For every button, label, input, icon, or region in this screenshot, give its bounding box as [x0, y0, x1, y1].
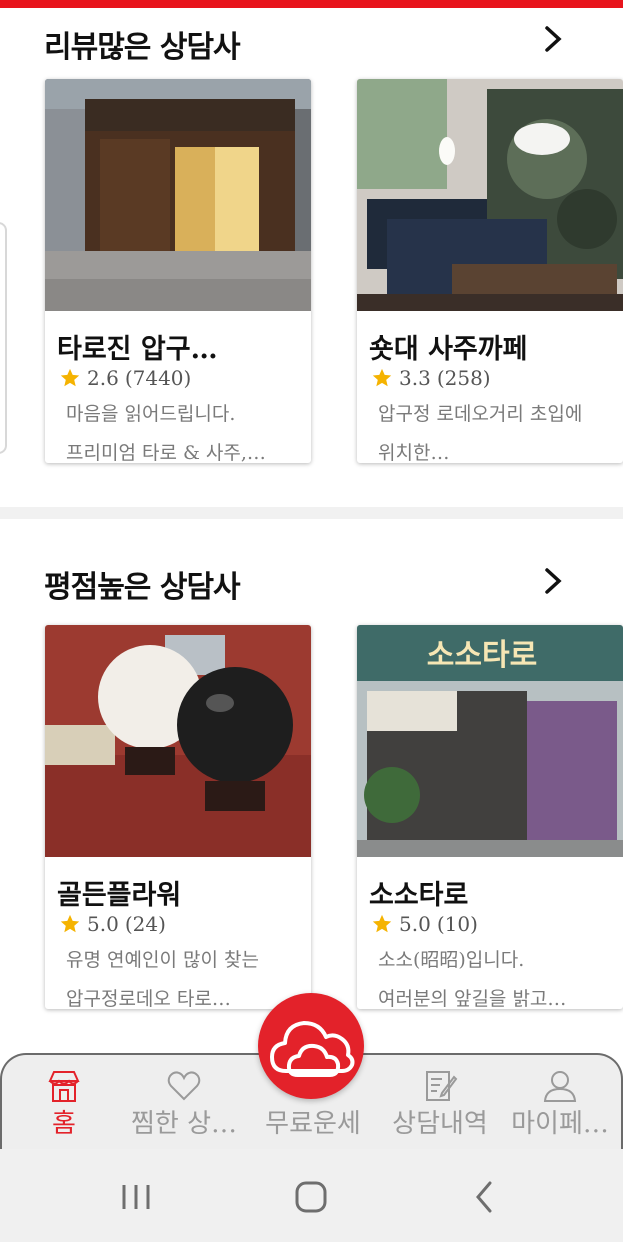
notepad-icon: [426, 1071, 458, 1101]
rating-value: 5.0: [399, 912, 431, 936]
person-icon: [543, 1071, 577, 1102]
home-icon[interactable]: [291, 1177, 331, 1217]
section-title: 리뷰많은 상담사: [44, 30, 241, 65]
top-accent-bar: [0, 0, 623, 8]
chevron-right-icon[interactable]: [540, 24, 566, 54]
review-count: (24): [124, 912, 166, 936]
rating-row: 5.0 (24): [59, 912, 166, 936]
review-count: (10): [436, 912, 478, 936]
description-line: 마음을 읽어드립니다.: [66, 403, 236, 425]
shop-icon: [48, 1071, 80, 1102]
recent-apps-icon[interactable]: [116, 1177, 156, 1217]
shop-photo: [45, 79, 311, 311]
nav-label: 마이페…: [511, 1109, 609, 1139]
chevron-right-icon[interactable]: [540, 566, 566, 596]
nav-label: 찜한 상…: [130, 1109, 238, 1139]
nav-item-my-page[interactable]: 마이페…: [500, 1055, 620, 1149]
star-icon: [60, 368, 80, 387]
description-line: 여러분의 앞길을 밝고…: [378, 988, 567, 1009]
description-line: 소소(昭昭)입니다.: [378, 949, 525, 971]
system-navigation-bar: [0, 1149, 623, 1242]
shop-sign-text: 소소타로: [427, 638, 537, 673]
shop-photo: [357, 79, 623, 311]
counselor-name: 숏대 사주까페: [369, 334, 528, 365]
rating-row: 5.0 (10): [371, 912, 478, 936]
heart-icon: [167, 1071, 201, 1101]
section-title: 평점높은 상담사: [44, 570, 241, 605]
nav-label: 홈: [52, 1109, 76, 1139]
nav-item-history[interactable]: 상담내역: [382, 1055, 498, 1149]
nav-label: 상담내역: [392, 1109, 488, 1139]
counselor-card[interactable]: 타로진 압구… 2.6 (7440) 마음을 읽어드립니다. 프리미엄 타로 &…: [45, 79, 311, 463]
free-fortune-fab[interactable]: [258, 993, 364, 1099]
counselor-card[interactable]: 숏대 사주까페 3.3 (258) 압구정 로데오거리 초입에 위치한…: [357, 79, 623, 463]
counselor-card[interactable]: 골든플라워 5.0 (24) 유명 연예인이 많이 찾는 압구정로데오 타로…: [45, 625, 311, 1009]
rating-value: 3.3: [399, 366, 431, 390]
review-count: (258): [436, 366, 491, 390]
description-line: 유명 연예인이 많이 찾는: [66, 949, 259, 971]
shop-photo: 소소타로: [357, 625, 623, 857]
nav-item-favorites[interactable]: 찜한 상…: [114, 1055, 254, 1149]
nav-label: 무료운세: [265, 1109, 361, 1139]
rating-row: 3.3 (258): [371, 366, 491, 390]
section-divider: [0, 507, 623, 519]
star-icon: [60, 914, 80, 933]
star-icon: [372, 368, 392, 387]
counselor-name: 소소타로: [369, 880, 469, 911]
description-line: 위치한…: [378, 442, 450, 463]
rating-value: 5.0: [87, 912, 119, 936]
crystal-ball-photo: [45, 625, 311, 857]
description-line: 프리미엄 타로 & 사주,…: [66, 442, 266, 463]
counselor-name: 타로진 압구…: [57, 334, 218, 365]
rating-row: 2.6 (7440): [59, 366, 191, 390]
counselor-name: 골든플라워: [57, 880, 182, 911]
back-icon[interactable]: [466, 1177, 506, 1217]
review-count: (7440): [124, 366, 192, 390]
nav-item-home[interactable]: 홈: [22, 1055, 106, 1149]
description-line: 압구정 로데오거리 초입에: [378, 403, 583, 425]
rating-value: 2.6: [87, 366, 119, 390]
side-drawer-handle[interactable]: [0, 222, 7, 454]
counselor-card[interactable]: 소소타로 소소타로 5.0 (10) 소소(昭昭)입니다. 여러분의 앞길을 밝…: [357, 625, 623, 1009]
star-icon: [372, 914, 392, 933]
cloud-icon: [270, 1021, 355, 1077]
description-line: 압구정로데오 타로…: [66, 988, 231, 1009]
